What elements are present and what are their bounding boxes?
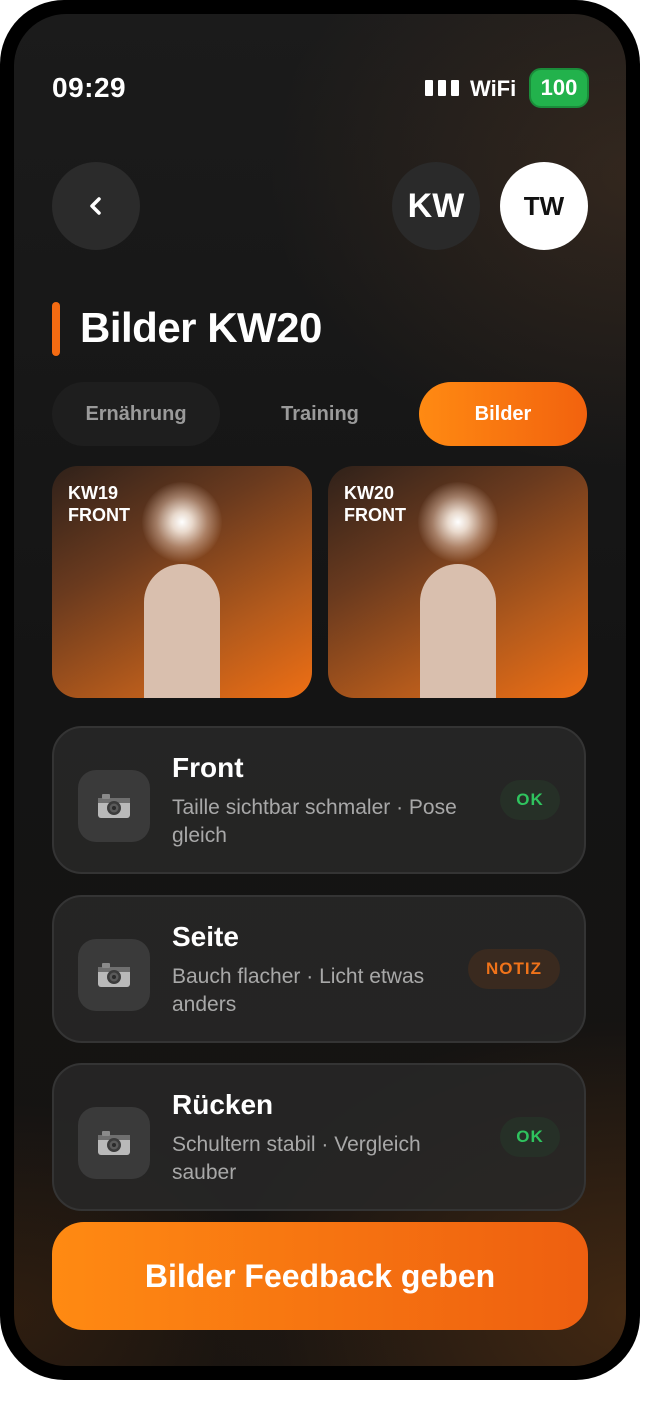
camera-icon <box>78 939 150 1011</box>
status-badge: NOTIZ <box>468 949 560 989</box>
feedback-description: Taille sichtbar schmaler · Pose gleich <box>172 796 457 847</box>
feedback-description: Schultern stabil · Vergleich sauber <box>172 1133 421 1184</box>
camera-icon <box>78 770 150 842</box>
avatar-kw[interactable]: KW <box>392 162 480 250</box>
silhouette-body <box>144 564 220 698</box>
feedback-title: Seite <box>172 921 239 952</box>
photo-label: KW19 FRONT <box>68 482 130 526</box>
feedback-card-ruecken[interactable]: Rücken Schultern stabil · Vergleich saub… <box>52 1063 586 1211</box>
chevron-left-icon <box>90 197 101 215</box>
feedback-title: Front <box>172 752 244 783</box>
feedback-title: Rücken <box>172 1089 274 1120</box>
silhouette-body <box>420 564 496 698</box>
feedback-description: Bauch flacher · Licht etwas anders <box>172 965 425 1016</box>
photo-label: KW20 FRONT <box>344 482 406 526</box>
tab-bilder[interactable]: Bilder <box>419 382 587 446</box>
app-screen: 09:29 WiFi 100 KW TW Bilder KW20 Ernähru… <box>14 14 626 1366</box>
signal-icon <box>425 80 459 96</box>
photo-view: FRONT <box>68 505 130 525</box>
phone-frame: 09:29 WiFi 100 KW TW Bilder KW20 Ernähru… <box>0 0 640 1380</box>
back-button[interactable] <box>52 162 140 250</box>
feedback-cta-button[interactable]: Bilder Feedback geben <box>52 1222 588 1330</box>
status-badge: OK <box>500 1117 560 1157</box>
avatar-tw[interactable]: TW <box>500 162 588 250</box>
battery-indicator: 100 <box>529 68 589 108</box>
wifi-label: WiFi <box>470 76 517 101</box>
status-badge: OK <box>500 780 560 820</box>
photo-kw19-front[interactable]: KW19 FRONT <box>52 466 312 698</box>
status-time: 09:29 <box>52 72 127 103</box>
feedback-card-front[interactable]: Front Taille sichtbar schmaler · Pose gl… <box>52 726 586 874</box>
photo-week: KW20 <box>344 483 395 503</box>
photo-view: FRONT <box>344 505 406 525</box>
silhouette-head <box>418 482 498 562</box>
silhouette-head <box>142 482 222 562</box>
photo-week: KW19 <box>68 483 119 503</box>
page-title: Bilder KW20 <box>80 304 322 351</box>
tab-training[interactable]: Training <box>236 382 404 446</box>
title-accent-bar <box>52 302 60 356</box>
feedback-card-seite[interactable]: Seite Bauch flacher · Licht etwas anders… <box>52 895 586 1043</box>
camera-icon <box>78 1107 150 1179</box>
tab-ernaehrung[interactable]: Ernährung <box>52 382 220 446</box>
photo-kw20-front[interactable]: KW20 FRONT <box>328 466 588 698</box>
